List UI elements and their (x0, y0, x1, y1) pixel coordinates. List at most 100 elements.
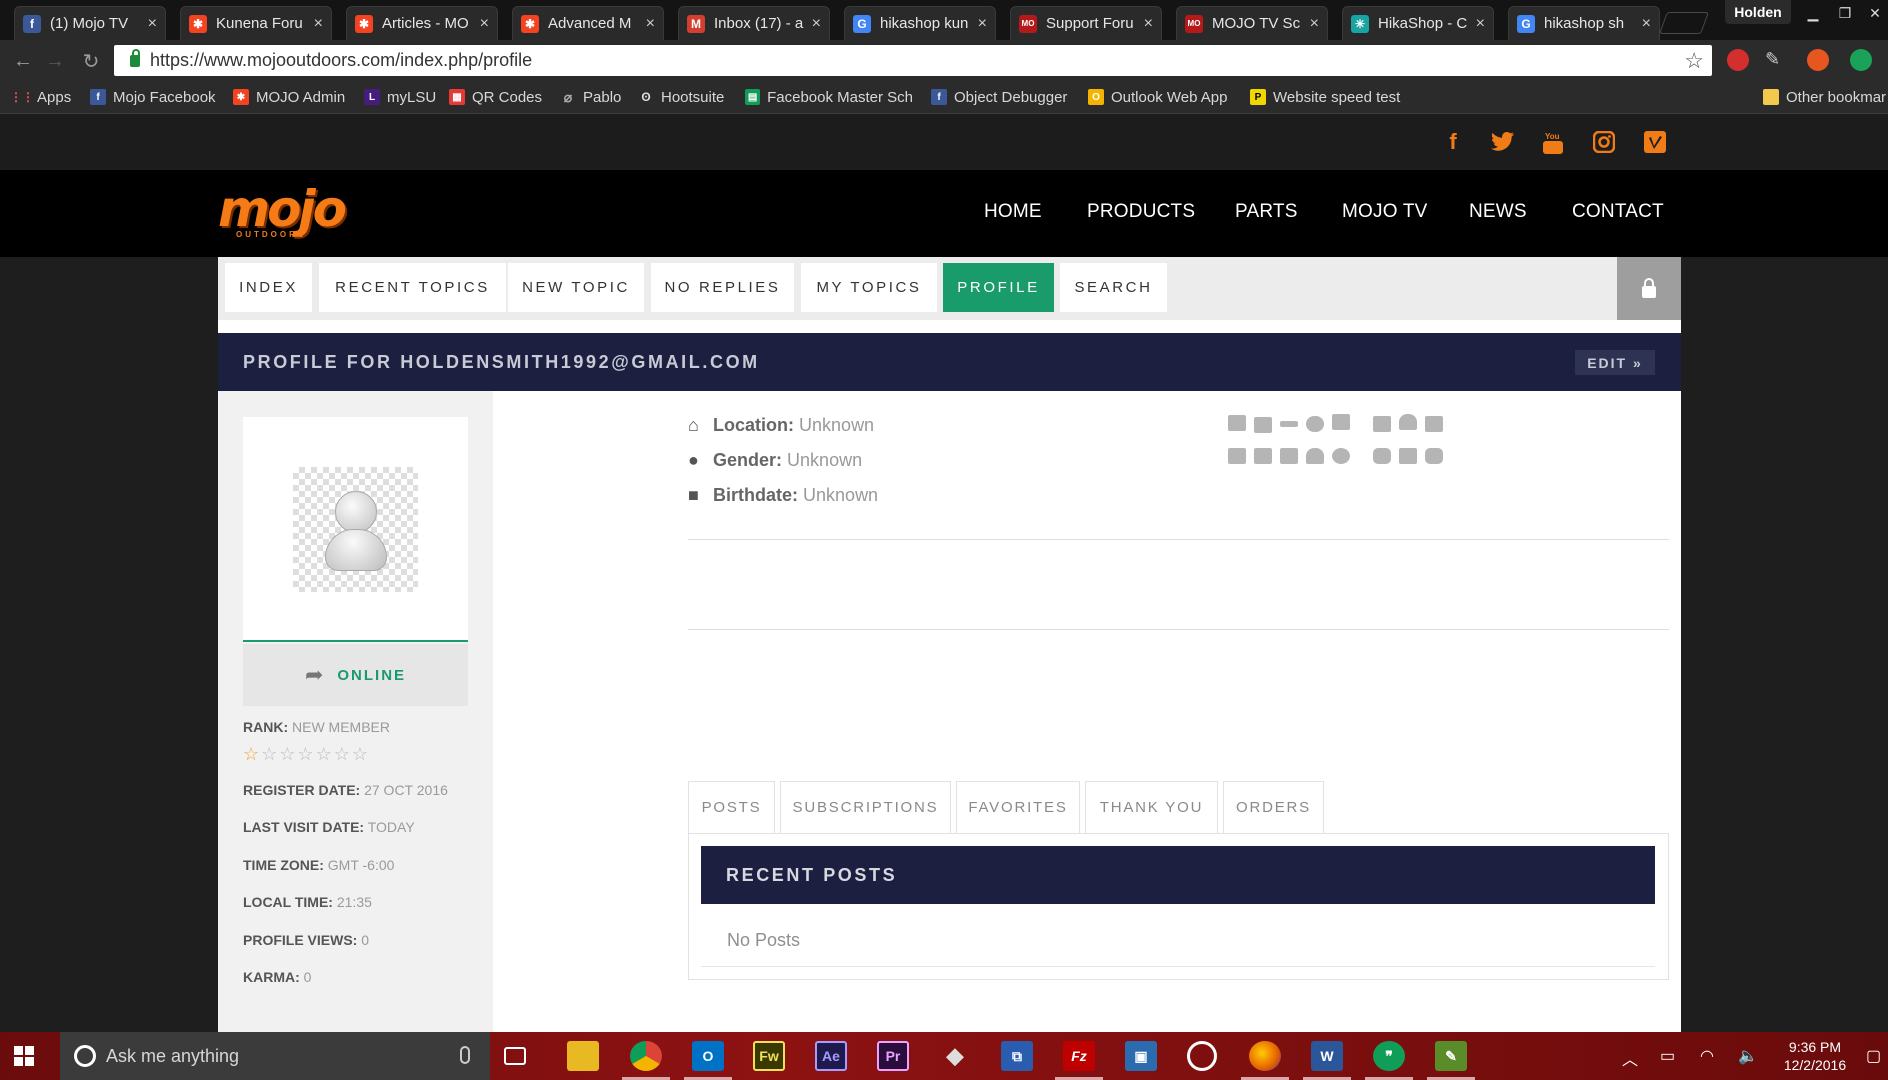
menu-new-topic[interactable]: NEW TOPIC (508, 263, 644, 312)
bookmark-outlook-web-app[interactable]: O Outlook Web App (1088, 86, 1227, 108)
bookmark-apps[interactable]: ⋮⋮ Apps (10, 86, 71, 108)
home-icon[interactable] (1332, 414, 1350, 430)
image-icon[interactable] (1228, 448, 1246, 464)
browser-tab[interactable]: MO MOJO TV Sc × (1176, 6, 1328, 40)
eyedropper-icon[interactable]: ✎ (1765, 49, 1787, 71)
menu-no-replies[interactable]: NO REPLIES (651, 263, 794, 312)
blogger-icon[interactable] (1373, 448, 1391, 464)
volume-icon[interactable]: 🔈 (1738, 1046, 1758, 1066)
close-icon[interactable]: × (1642, 15, 1651, 33)
close-icon[interactable]: × (1476, 15, 1485, 33)
tab-thank-you[interactable]: THANK YOU (1085, 781, 1218, 833)
nav-products[interactable]: PRODUCTS (1087, 201, 1195, 223)
nav-contact[interactable]: CONTACT (1572, 201, 1664, 223)
menu-recent-topics[interactable]: RECENT TOPICS (319, 263, 506, 312)
facebook-icon[interactable]: f (1440, 129, 1466, 155)
login-lock-button[interactable] (1617, 257, 1681, 320)
bebo-icon[interactable] (1425, 448, 1443, 464)
user-icon[interactable] (1399, 414, 1417, 430)
firefox-icon[interactable] (1241, 1041, 1289, 1080)
browser-tab[interactable]: G hikashop sh × (1508, 6, 1660, 40)
browser-tab[interactable]: ✱ Advanced M × (512, 6, 664, 40)
word-icon[interactable]: W (1303, 1041, 1351, 1080)
nav-news[interactable]: NEWS (1469, 201, 1527, 223)
close-icon[interactable]: × (148, 15, 157, 33)
bookmark-website-speed-test[interactable]: P Website speed test (1250, 86, 1400, 108)
delicious-icon[interactable] (1373, 416, 1391, 432)
icq-icon[interactable] (1332, 448, 1350, 464)
chrome-icon[interactable] (622, 1041, 670, 1080)
avatar[interactable] (293, 467, 418, 592)
close-icon[interactable]: × (314, 15, 323, 33)
bookmark-object-debugger[interactable]: f Object Debugger (931, 86, 1067, 108)
outlook-icon[interactable]: O (684, 1041, 732, 1080)
cortana-search-box[interactable]: Ask me anything (60, 1032, 490, 1080)
filezilla-icon[interactable]: Fz (1055, 1041, 1103, 1080)
instagram-icon[interactable] (1591, 129, 1617, 155)
menu-my-topics[interactable]: MY TOPICS (801, 263, 937, 312)
friendfeed-icon[interactable] (1280, 448, 1298, 464)
bookmark-facebook-master[interactable]: ▤ Facebook Master Sch (745, 86, 913, 108)
new-tab-button[interactable] (1658, 12, 1710, 34)
browser-tab[interactable]: ✳ HikaShop - C × (1342, 6, 1494, 40)
bookmark-mylsu[interactable]: L myLSU (364, 86, 436, 108)
tab-favorites[interactable]: FAVORITES (956, 781, 1080, 833)
notepad-icon[interactable]: ✎ (1427, 1041, 1475, 1080)
menu-search[interactable]: SEARCH (1060, 263, 1167, 312)
extension-icon[interactable] (1807, 49, 1829, 71)
close-icon[interactable]: × (1144, 15, 1153, 33)
extension-icon[interactable] (1850, 49, 1872, 71)
hangouts-icon[interactable]: ❞ (1365, 1041, 1413, 1080)
fireworks-icon[interactable]: Fw (753, 1041, 785, 1071)
bookmark-star-icon[interactable]: ☆ (1684, 48, 1704, 74)
system-clock[interactable]: 9:36 PM 12/2/2016 (1775, 1038, 1855, 1074)
user-icon[interactable] (1306, 448, 1324, 464)
itunes-icon[interactable] (1187, 1041, 1217, 1071)
nav-mojo-tv[interactable]: MOJO TV (1342, 201, 1428, 223)
extension-icon[interactable] (1727, 49, 1749, 71)
bookmark-other[interactable]: Other bookmar (1763, 86, 1886, 108)
remote-icon[interactable]: ▣ (1125, 1041, 1157, 1071)
task-view-icon[interactable] (504, 1047, 526, 1065)
tab-orders[interactable]: ORDERS (1223, 781, 1324, 833)
tab-posts[interactable]: POSTS (688, 781, 775, 833)
file-explorer-icon[interactable] (567, 1041, 599, 1071)
vimeo-icon[interactable] (1642, 129, 1668, 155)
browser-profile-button[interactable]: Holden (1725, 0, 1791, 24)
windows-start-icon[interactable] (14, 1046, 34, 1066)
window-close-icon[interactable]: ✕ (1856, 0, 1888, 26)
network-icon[interactable]: ⧉ (1001, 1041, 1033, 1071)
browser-tab[interactable]: MO Support Foru × (1010, 6, 1162, 40)
minus-icon[interactable] (1280, 421, 1298, 427)
aim-icon[interactable] (1254, 448, 1272, 464)
tab-subscriptions[interactable]: SUBSCRIPTIONS (780, 781, 951, 833)
nav-home[interactable]: HOME (984, 201, 1042, 223)
app-icon[interactable]: ◆ (939, 1041, 971, 1071)
browser-tab[interactable]: G hikashop kun × (844, 6, 996, 40)
nav-parts[interactable]: PARTS (1235, 201, 1298, 223)
bookmark-mojo-facebook[interactable]: f Mojo Facebook (90, 86, 216, 108)
menu-profile[interactable]: PROFILE (943, 263, 1054, 312)
wifi-icon[interactable]: ◠ (1700, 1046, 1714, 1066)
mail-icon[interactable] (1254, 417, 1272, 433)
back-icon[interactable]: ← (10, 48, 36, 74)
premiere-icon[interactable]: Pr (877, 1041, 909, 1071)
forward-icon[interactable]: → (42, 48, 68, 74)
browser-tab[interactable]: ✱ Articles - MO × (346, 6, 498, 40)
notifications-icon[interactable]: ▢ (1866, 1046, 1881, 1066)
close-icon[interactable]: × (1310, 15, 1319, 33)
browser-tab[interactable]: ✱ Kunena Foru × (180, 6, 332, 40)
bookmark-qr-codes[interactable]: ▦ QR Codes (449, 86, 542, 108)
twitter-icon[interactable] (1490, 129, 1516, 155)
bookmark-mojo-admin[interactable]: ✱ MOJO Admin (233, 86, 345, 108)
battery-icon[interactable]: ▭ (1660, 1046, 1675, 1066)
after-effects-icon[interactable]: Ae (815, 1041, 847, 1071)
browser-tab[interactable]: f (1) Mojo TV × (14, 6, 166, 40)
menu-index[interactable]: INDEX (225, 263, 312, 312)
youtube-icon[interactable]: You (1540, 129, 1566, 155)
address-bar[interactable]: https://www.mojooutdoors.com/index.php/p… (114, 45, 1712, 76)
bookmark-hootsuite[interactable]: ʘ Hootsuite (638, 86, 724, 108)
chat-icon[interactable] (1306, 416, 1324, 432)
facebook-icon[interactable] (1399, 448, 1417, 464)
close-icon[interactable]: × (812, 15, 821, 33)
